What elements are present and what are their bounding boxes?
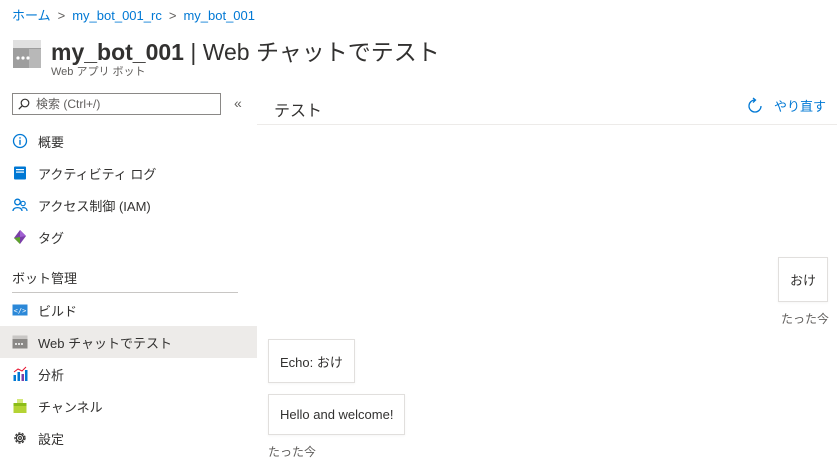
bot-message-bubble: Echo: おけ: [268, 339, 355, 383]
page-subtitle: Web アプリ ボット: [51, 66, 146, 78]
search-input[interactable]: [34, 96, 208, 112]
sidebar-item-label: チャンネル: [38, 399, 103, 415]
sidebar-item-activity-log[interactable]: アクティビティ ログ: [0, 157, 257, 189]
message-timestamp: たった今: [268, 445, 317, 459]
channels-icon: [12, 398, 28, 414]
sidebar-item-analytics[interactable]: 分析: [0, 358, 257, 390]
sidebar-item-build[interactable]: </> ビルド: [0, 294, 257, 326]
sidebar-search[interactable]: [12, 93, 221, 115]
sidebar-item-label: アクティビティ ログ: [38, 166, 157, 182]
bot-message-bubble: Hello and welcome!: [268, 394, 406, 435]
sidebar-item-label: 概要: [38, 134, 65, 150]
test-panel-title: テスト: [274, 103, 323, 120]
collapse-sidebar-button[interactable]: «: [234, 95, 242, 111]
user-message-bubble: おけ: [778, 257, 829, 302]
webchat-resource-icon: [13, 40, 41, 68]
sidebar-item-channels[interactable]: チャンネル: [0, 390, 257, 422]
analytics-icon: [12, 366, 28, 382]
activity-log-icon: [12, 165, 28, 181]
page-title-section: | Web チャットでテスト: [183, 39, 440, 65]
tag-icon: [12, 229, 28, 245]
breadcrumb-resource-group[interactable]: my_bot_001_rc: [72, 8, 162, 23]
gear-icon: [12, 430, 28, 446]
retry-label: やり直す: [773, 99, 826, 114]
sidebar-item-webchat[interactable]: Web チャットでテスト: [0, 326, 257, 358]
breadcrumb-separator: >: [57, 8, 66, 23]
sidebar-item-label: 分析: [38, 367, 65, 383]
webchat-icon: [12, 334, 28, 350]
test-panel-header: テスト やり直す: [257, 91, 837, 125]
code-icon: </>: [12, 302, 28, 318]
sidebar-item-label: タグ: [38, 230, 65, 246]
svg-text:</>: </>: [14, 307, 27, 315]
breadcrumb-bot[interactable]: my_bot_001: [183, 8, 255, 23]
info-icon: [12, 133, 28, 149]
sidebar-item-label: Web チャットでテスト: [38, 335, 172, 351]
message-text: Hello and welcome!: [280, 407, 394, 422]
sidebar-item-settings[interactable]: 設定: [0, 422, 257, 454]
section-divider: [12, 292, 238, 293]
people-icon: [12, 197, 28, 213]
section-title-bot-management: ボット管理: [12, 271, 78, 286]
page-title: my_bot_001 | Web チャットでテスト: [51, 33, 440, 67]
sidebar-item-overview[interactable]: 概要: [0, 125, 257, 157]
message-text: おけ: [790, 273, 817, 288]
message-timestamp: たった今: [781, 312, 830, 326]
refresh-icon: [748, 96, 762, 113]
sidebar-item-label: ビルド: [38, 303, 78, 319]
message-text: Echo: おけ: [280, 354, 343, 370]
page-title-name: my_bot_001: [51, 39, 184, 65]
sidebar-item-tags[interactable]: タグ: [0, 221, 257, 253]
retry-button[interactable]: やり直す: [746, 96, 826, 115]
sidebar-item-iam[interactable]: アクセス制御 (IAM): [0, 189, 257, 221]
breadcrumb-home[interactable]: ホーム: [12, 8, 51, 23]
breadcrumb-separator: >: [168, 8, 177, 23]
sidebar-item-label: 設定: [38, 431, 65, 447]
breadcrumb: ホーム > my_bot_001_rc > my_bot_001: [12, 5, 255, 24]
search-icon: [18, 98, 30, 110]
sidebar-item-label: アクセス制御 (IAM): [38, 198, 151, 214]
